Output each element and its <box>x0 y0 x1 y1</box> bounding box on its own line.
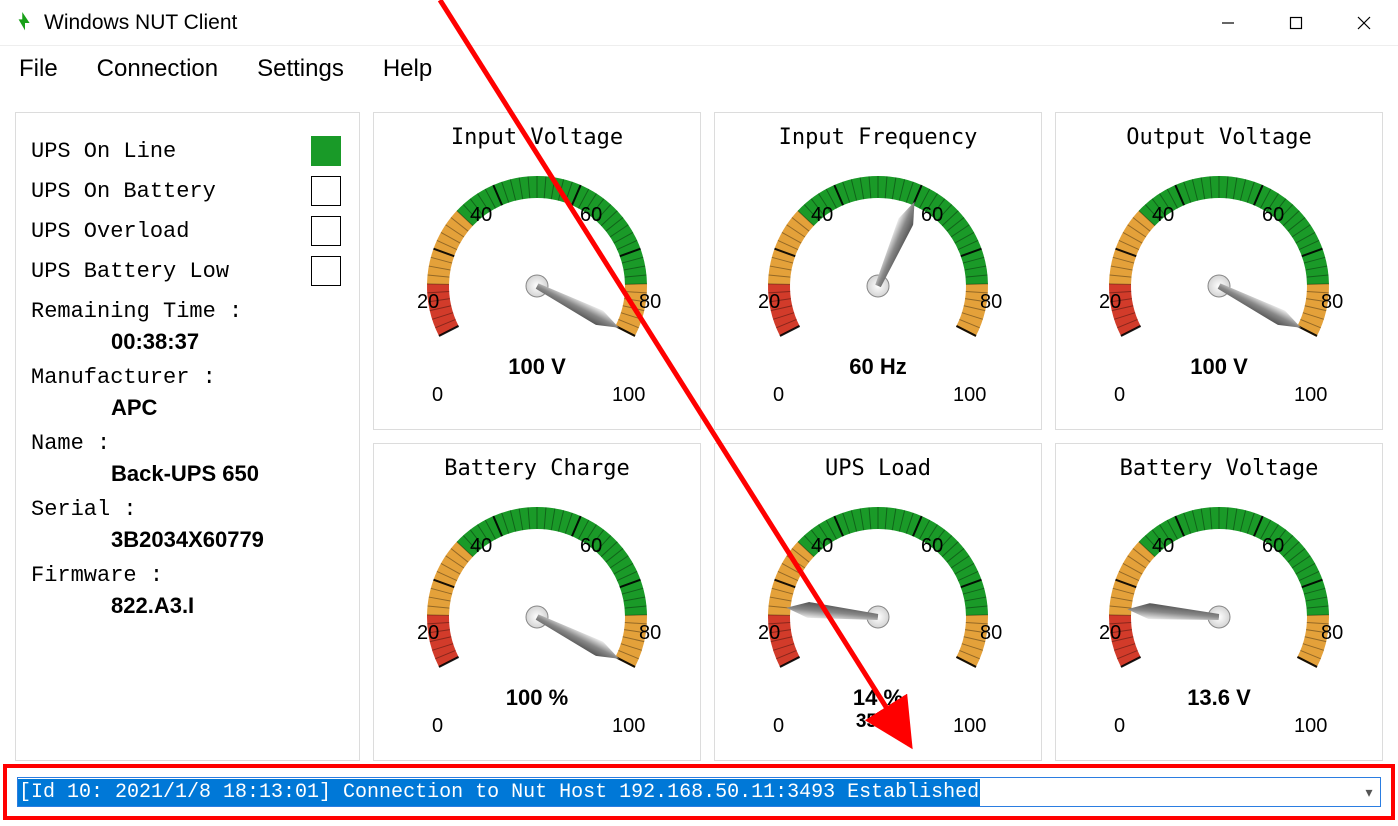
status-onbattery-label: UPS On Battery <box>31 179 311 204</box>
gauge-tick-80: 80 <box>639 291 661 314</box>
menu-connection[interactable]: Connection <box>97 55 218 83</box>
status-overload: UPS Overload <box>31 211 344 251</box>
gauge-title: UPS Load <box>825 456 931 481</box>
gauge-output-voltage: Output Voltage 0 20 40 60 80 100 100 V <box>1055 112 1383 430</box>
led-onbattery <box>311 176 341 206</box>
serial-label: Serial : <box>31 497 344 522</box>
gauge-tick-60: 60 <box>580 204 602 227</box>
gauge-tick-0: 0 <box>432 384 443 407</box>
menu-settings[interactable]: Settings <box>257 55 344 83</box>
gauge-tick-40: 40 <box>811 204 833 227</box>
gauge-reading: 13.6 V <box>1187 685 1251 711</box>
app-icon <box>16 12 34 34</box>
gauge-tick-40: 40 <box>1152 535 1174 558</box>
status-panel: UPS On Line UPS On Battery UPS Overload … <box>15 112 360 761</box>
gauge-tick-100: 100 <box>612 384 645 407</box>
gauge-tick-0: 0 <box>773 384 784 407</box>
gauge-battery-voltage: Battery Voltage 0 20 40 60 80 100 13.6 V <box>1055 443 1383 761</box>
gauge-tick-0: 0 <box>1114 715 1125 738</box>
gauge-reading: 60 Hz <box>849 354 906 380</box>
minimize-button[interactable] <box>1194 0 1262 45</box>
manufacturer-label: Manufacturer : <box>31 365 344 390</box>
gauge-tick-0: 0 <box>773 715 784 738</box>
gauge-tick-40: 40 <box>470 204 492 227</box>
gauge-battery-charge: Battery Charge 0 20 40 60 80 100 100 % <box>373 443 701 761</box>
close-button[interactable] <box>1330 0 1398 45</box>
gauge-tick-60: 60 <box>921 204 943 227</box>
gauge-title: Input Voltage <box>451 125 623 150</box>
status-log-dropdown[interactable]: [Id 10: 2021/1/8 18:13:01] Connection to… <box>17 777 1381 807</box>
gauge-tick-80: 80 <box>1321 291 1343 314</box>
gauge-tick-20: 20 <box>417 291 439 314</box>
chevron-down-icon[interactable]: ▾ <box>1358 784 1380 801</box>
gauge-tick-0: 0 <box>1114 384 1125 407</box>
manufacturer-value: APC <box>111 395 344 421</box>
remaining-value: 00:38:37 <box>111 329 344 355</box>
led-online <box>311 136 341 166</box>
gauge-tick-100: 100 <box>1294 384 1327 407</box>
gauge-tick-0: 0 <box>432 715 443 738</box>
status-battlow: UPS Battery Low <box>31 251 344 291</box>
gauge-tick-20: 20 <box>417 622 439 645</box>
status-onbattery: UPS On Battery <box>31 171 344 211</box>
menu-help[interactable]: Help <box>383 55 432 83</box>
gauge-tick-100: 100 <box>1294 715 1327 738</box>
gauge-tick-100: 100 <box>953 715 986 738</box>
gauge-tick-80: 80 <box>639 622 661 645</box>
gauge-reading: 100 % <box>506 685 568 711</box>
gauge-title: Output Voltage <box>1126 125 1311 150</box>
gauge-tick-80: 80 <box>980 622 1002 645</box>
led-battlow <box>311 256 341 286</box>
name-value: Back-UPS 650 <box>111 461 344 487</box>
gauge-tick-80: 80 <box>1321 622 1343 645</box>
gauge-tick-80: 80 <box>980 291 1002 314</box>
serial-value: 3B2034X60779 <box>111 527 344 553</box>
gauge-reading: 14 % <box>853 685 903 711</box>
window-title: Windows NUT Client <box>44 11 237 35</box>
statusbar-highlight: [Id 10: 2021/1/8 18:13:01] Connection to… <box>3 764 1395 820</box>
gauge-reading: 100 V <box>508 354 566 380</box>
gauge-tick-40: 40 <box>1152 204 1174 227</box>
gauges-grid: Input Voltage 0 20 40 60 80 100 100 V Input F… <box>373 112 1383 761</box>
status-online-label: UPS On Line <box>31 139 311 164</box>
gauge-tick-60: 60 <box>921 535 943 558</box>
gauge-reading: 100 V <box>1190 354 1248 380</box>
firmware-label: Firmware : <box>31 563 344 588</box>
menu-file[interactable]: File <box>19 55 58 83</box>
gauge-tick-40: 40 <box>811 535 833 558</box>
maximize-button[interactable] <box>1262 0 1330 45</box>
gauge-ups-load: UPS Load 0 20 40 60 80 100 14 % 35 W <box>714 443 1042 761</box>
gauge-tick-100: 100 <box>953 384 986 407</box>
gauge-tick-60: 60 <box>1262 204 1284 227</box>
menubar: File Connection Settings Help <box>0 46 1398 91</box>
gauge-title: Battery Charge <box>444 456 629 481</box>
gauge-tick-20: 20 <box>1099 622 1121 645</box>
gauge-tick-20: 20 <box>1099 291 1121 314</box>
gauge-tick-20: 20 <box>758 622 780 645</box>
status-log-text: [Id 10: 2021/1/8 18:13:01] Connection to… <box>18 779 980 806</box>
led-overload <box>311 216 341 246</box>
gauge-tick-20: 20 <box>758 291 780 314</box>
gauge-input-voltage: Input Voltage 0 20 40 60 80 100 100 V <box>373 112 701 430</box>
titlebar: Windows NUT Client <box>0 0 1398 46</box>
status-overload-label: UPS Overload <box>31 219 311 244</box>
gauge-tick-40: 40 <box>470 535 492 558</box>
gauge-reading-secondary: 35 W <box>856 711 900 733</box>
status-battlow-label: UPS Battery Low <box>31 259 311 284</box>
name-label: Name : <box>31 431 344 456</box>
gauge-tick-60: 60 <box>1262 535 1284 558</box>
gauge-tick-60: 60 <box>580 535 602 558</box>
gauge-title: Battery Voltage <box>1120 456 1319 481</box>
gauge-tick-100: 100 <box>612 715 645 738</box>
status-online: UPS On Line <box>31 131 344 171</box>
gauge-title: Input Frequency <box>779 125 978 150</box>
remaining-label: Remaining Time : <box>31 299 344 324</box>
gauge-input-frequency: Input Frequency 0 20 40 60 80 100 60 Hz <box>714 112 1042 430</box>
firmware-value: 822.A3.I <box>111 593 344 619</box>
